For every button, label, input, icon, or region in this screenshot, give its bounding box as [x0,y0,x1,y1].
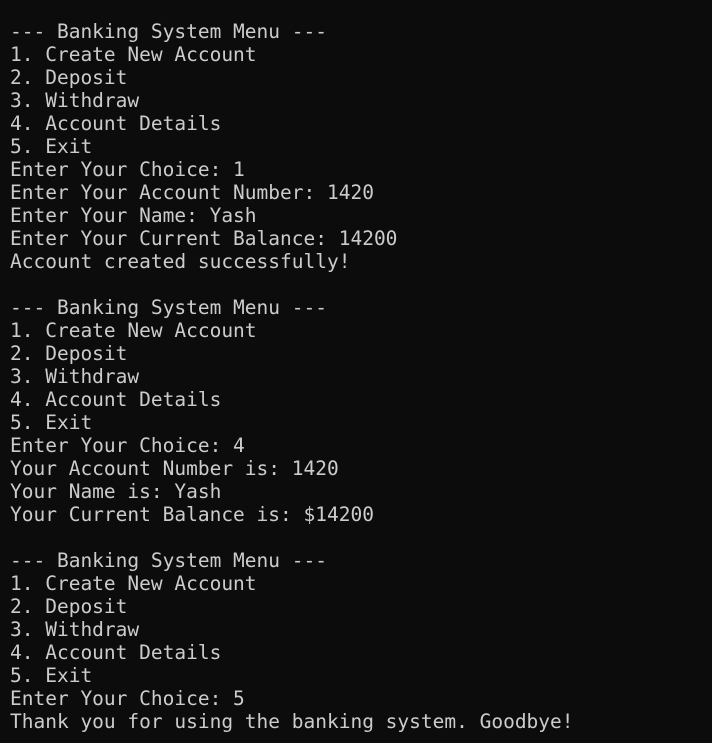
menu-option-withdraw: 3. Withdraw [10,89,140,112]
menu-option-exit: 5. Exit [10,135,93,158]
menu-header: --- Banking System Menu --- [10,549,327,572]
account-created-message: Account created successfully! [10,250,351,273]
name-prompt: Enter Your Name: Yash [10,204,257,227]
menu-option-exit: 5. Exit [10,664,93,687]
menu-option-create-account: 1. Create New Account [10,319,257,342]
balance-output: Your Current Balance is: $14200 [10,503,374,526]
menu-option-deposit: 2. Deposit [10,595,128,618]
goodbye-message: Thank you for using the banking system. … [10,710,574,733]
choice-prompt: Enter Your Choice: 4 [10,434,245,457]
balance-prompt: Enter Your Current Balance: 14200 [10,227,398,250]
menu-header: --- Banking System Menu --- [10,296,327,319]
menu-option-account-details: 4. Account Details [10,641,222,664]
menu-option-exit: 5. Exit [10,411,93,434]
menu-option-create-account: 1. Create New Account [10,572,257,595]
menu-option-withdraw: 3. Withdraw [10,365,140,388]
menu-option-withdraw: 3. Withdraw [10,618,140,641]
menu-option-account-details: 4. Account Details [10,388,222,411]
menu-option-deposit: 2. Deposit [10,342,128,365]
menu-option-create-account: 1. Create New Account [10,43,257,66]
choice-prompt: Enter Your Choice: 1 [10,158,245,181]
menu-header: --- Banking System Menu --- [10,20,327,43]
account-number-output: Your Account Number is: 1420 [10,457,339,480]
menu-option-account-details: 4. Account Details [10,112,222,135]
terminal-output: --- Banking System Menu --- 1. Create Ne… [0,0,712,743]
menu-option-deposit: 2. Deposit [10,66,128,89]
choice-prompt: Enter Your Choice: 5 [10,687,245,710]
name-output: Your Name is: Yash [10,480,222,503]
account-number-prompt: Enter Your Account Number: 1420 [10,181,374,204]
